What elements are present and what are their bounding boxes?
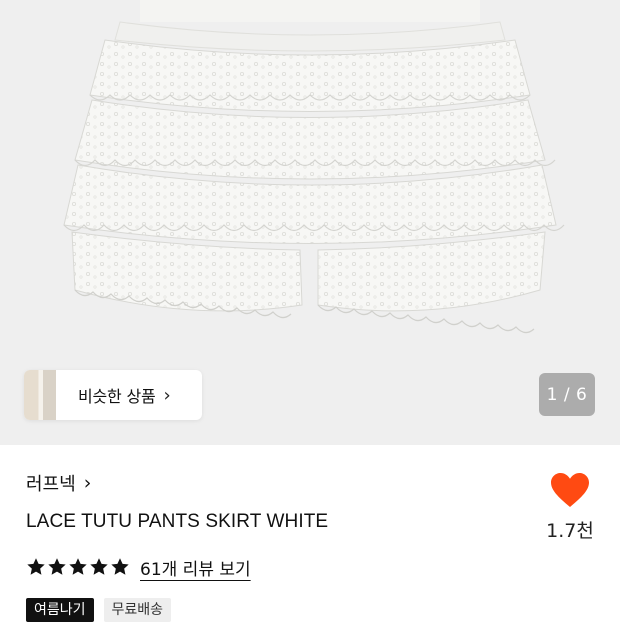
heart-icon	[551, 473, 589, 507]
product-image-area[interactable]: 비슷한 상품 › 1 / 6	[0, 0, 620, 445]
chevron-right-icon: ›	[163, 384, 171, 406]
similar-products-label: 비슷한 상품	[78, 387, 156, 406]
reviews-link[interactable]: 61개 리뷰 보기	[140, 555, 251, 580]
tag-badge: 여름나기	[26, 598, 94, 622]
star-rating	[26, 557, 130, 577]
brand-link[interactable]: 러프넥 ›	[26, 470, 91, 496]
star-icon	[69, 558, 87, 575]
star-icon	[48, 558, 66, 575]
star-icon	[27, 558, 45, 575]
brand-name: 러프넥	[26, 474, 76, 495]
image-pager-indicator: 1 / 6	[539, 373, 595, 416]
tag-list: 여름나기 무료배송	[26, 598, 172, 622]
product-title: LACE TUTU PANTS SKIRT WHITE	[26, 511, 329, 532]
like-count: 1.7천	[546, 520, 594, 542]
star-icon	[111, 558, 129, 575]
star-icon	[90, 558, 108, 575]
similar-product-thumbnail	[24, 370, 56, 420]
similar-products-button[interactable]: 비슷한 상품 ›	[24, 370, 202, 420]
rating-row: 61개 리뷰 보기	[26, 554, 251, 580]
tag-badge: 무료배송	[103, 598, 172, 622]
chevron-right-icon: ›	[83, 472, 92, 494]
like-button[interactable]: 1.7천	[540, 472, 600, 543]
